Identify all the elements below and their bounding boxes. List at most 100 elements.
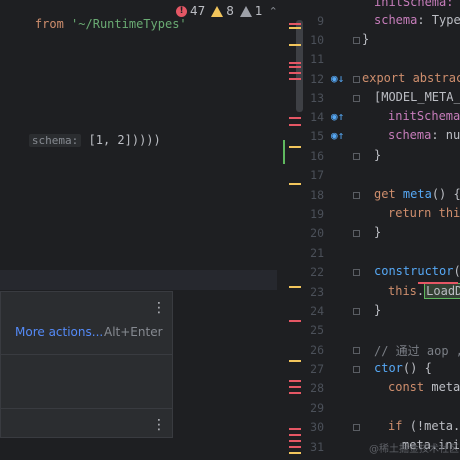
error-stripe-mark[interactable] [289, 124, 301, 126]
line-number: 23 [310, 285, 324, 299]
fold-marker-icon[interactable] [353, 366, 360, 373]
code-token: } [374, 225, 382, 239]
popup-actions-row: ⋮ More actions... Alt+Enter [1, 292, 172, 355]
fold-marker-icon[interactable] [353, 347, 360, 354]
code-line: export abstract [362, 71, 460, 85]
param-hint-schema: schema: [28, 134, 82, 147]
fold-marker-icon[interactable] [353, 95, 360, 102]
line-number: 16 [310, 149, 324, 163]
error-stripe-mark[interactable] [289, 440, 301, 442]
line-number: 31 [310, 440, 324, 454]
code-line: ctor() { [374, 361, 432, 375]
error-stripe-mark[interactable] [289, 380, 301, 382]
fold-marker-icon[interactable] [353, 269, 360, 276]
warning-stripe-mark[interactable] [289, 183, 301, 185]
errors-indicator[interactable]: ! 47 [176, 4, 205, 18]
implementations-gutter-icon[interactable]: ◉↓ [331, 72, 344, 85]
line-number: 30 [310, 420, 324, 434]
schema-arg-value: [1, 2])))) [88, 133, 161, 147]
code-token: (!meta.i [409, 419, 460, 433]
popup-bottom-kebab-icon[interactable]: ⋮ [152, 418, 166, 432]
popup-description-row [1, 354, 172, 409]
error-stripe-mark[interactable] [289, 62, 301, 64]
code-token: () { [431, 187, 460, 201]
warning-stripe-mark[interactable] [289, 452, 301, 454]
warning-stripe-mark[interactable] [289, 27, 301, 29]
weak-warnings-indicator[interactable]: 1 [239, 4, 263, 18]
code-line: const meta [388, 380, 460, 394]
line-number: 29 [310, 401, 324, 415]
code-line: } [374, 225, 381, 239]
error-stripe-mark[interactable] [289, 386, 301, 388]
line-number: 12 [310, 72, 324, 86]
code-line: this.LoadDa [388, 283, 460, 299]
popup-menu-kebab-icon[interactable]: ⋮ [152, 301, 166, 315]
left-editor-pane[interactable]: from '~/RuntimeTypes' ! 47 8 1 ⌃ ⌄ schem… [0, 0, 304, 460]
code-line: schema: TypeO [374, 13, 460, 27]
highlighted-identifier[interactable]: LoadDa [424, 283, 460, 299]
code-token: meta [431, 380, 460, 394]
right-code-editor[interactable]: initSchema: b schema: TypeO } export abs… [360, 0, 460, 460]
line-number: 22 [310, 265, 324, 279]
code-line: } [374, 148, 381, 162]
fold-marker-icon[interactable] [353, 76, 360, 83]
error-stripe-mark[interactable] [289, 428, 301, 430]
vcs-change-marker[interactable] [283, 140, 285, 164]
line-number: 19 [310, 207, 324, 221]
code-token: export abstract [362, 71, 460, 85]
more-actions-shortcut: Alt+Enter [104, 325, 163, 339]
error-stripe-scrollbar[interactable] [277, 0, 304, 460]
warning-stripe-mark[interactable] [289, 44, 301, 46]
error-stripe-mark[interactable] [289, 392, 301, 394]
error-stripe-mark[interactable] [289, 66, 301, 68]
code-line: constructor(i [374, 264, 460, 278]
code-token: constructor [374, 264, 454, 278]
editor-gutter[interactable]: 9 10 11 12 13 14 15 16 17 18 19 20 21 22… [304, 0, 360, 460]
error-stripe-mark[interactable] [289, 320, 301, 322]
code-token: meta [402, 187, 432, 201]
import-path-string: '~/RuntimeTypes' [71, 17, 187, 31]
code-token: () { [402, 361, 432, 375]
code-token: [MODEL_META_S [374, 90, 460, 104]
code-line: schema: nul [388, 128, 460, 142]
error-stripe-mark[interactable] [289, 434, 301, 436]
warnings-indicator[interactable]: 8 [211, 4, 234, 18]
error-stripe-mark[interactable] [289, 23, 301, 25]
errors-count: 47 [190, 4, 206, 18]
line-number: 24 [310, 304, 324, 318]
override-gutter-icon[interactable]: ◉↑ [331, 110, 344, 123]
watermark-text: @稀土掘金技术社区 [369, 444, 459, 455]
code-token: get [374, 187, 396, 201]
code-token: } [374, 148, 382, 162]
line-number: 26 [310, 343, 324, 357]
warning-stripe-mark[interactable] [289, 360, 301, 362]
more-actions-link[interactable]: More actions... [15, 325, 103, 339]
fold-marker-icon[interactable] [353, 308, 360, 315]
fold-marker-icon[interactable] [353, 230, 360, 237]
line-number: 18 [310, 188, 324, 202]
code-token: : TypeO [417, 13, 460, 27]
error-stripe-mark[interactable] [289, 72, 301, 74]
warning-stripe-mark[interactable] [289, 146, 301, 148]
code-token: } [374, 303, 382, 317]
error-stripe-mark[interactable] [289, 78, 301, 80]
code-token: this [438, 206, 460, 220]
error-stripe-mark[interactable] [289, 446, 301, 448]
line-number: 13 [310, 91, 324, 105]
fold-marker-icon[interactable] [353, 153, 360, 160]
code-line: return this [388, 206, 460, 220]
error-stripe-mark[interactable] [289, 117, 301, 119]
line-number: 9 [317, 14, 324, 28]
fold-marker-icon[interactable] [353, 424, 360, 431]
code-line: [MODEL_META_S [374, 90, 460, 104]
warning-stripe-mark[interactable] [289, 286, 301, 288]
code-token: const [388, 380, 425, 394]
schema-arg-line: schema: [1, 2])))) [0, 119, 161, 161]
line-number: 17 [310, 168, 324, 182]
error-icon: ! [176, 5, 187, 17]
override-gutter-icon[interactable]: ◉↑ [331, 129, 344, 142]
code-token: ctor [374, 361, 403, 375]
fold-marker-icon[interactable] [353, 192, 360, 199]
inspection-status-bar[interactable]: ! 47 8 1 ⌃ ⌄ [176, 4, 293, 18]
fold-marker-icon[interactable] [353, 37, 360, 44]
